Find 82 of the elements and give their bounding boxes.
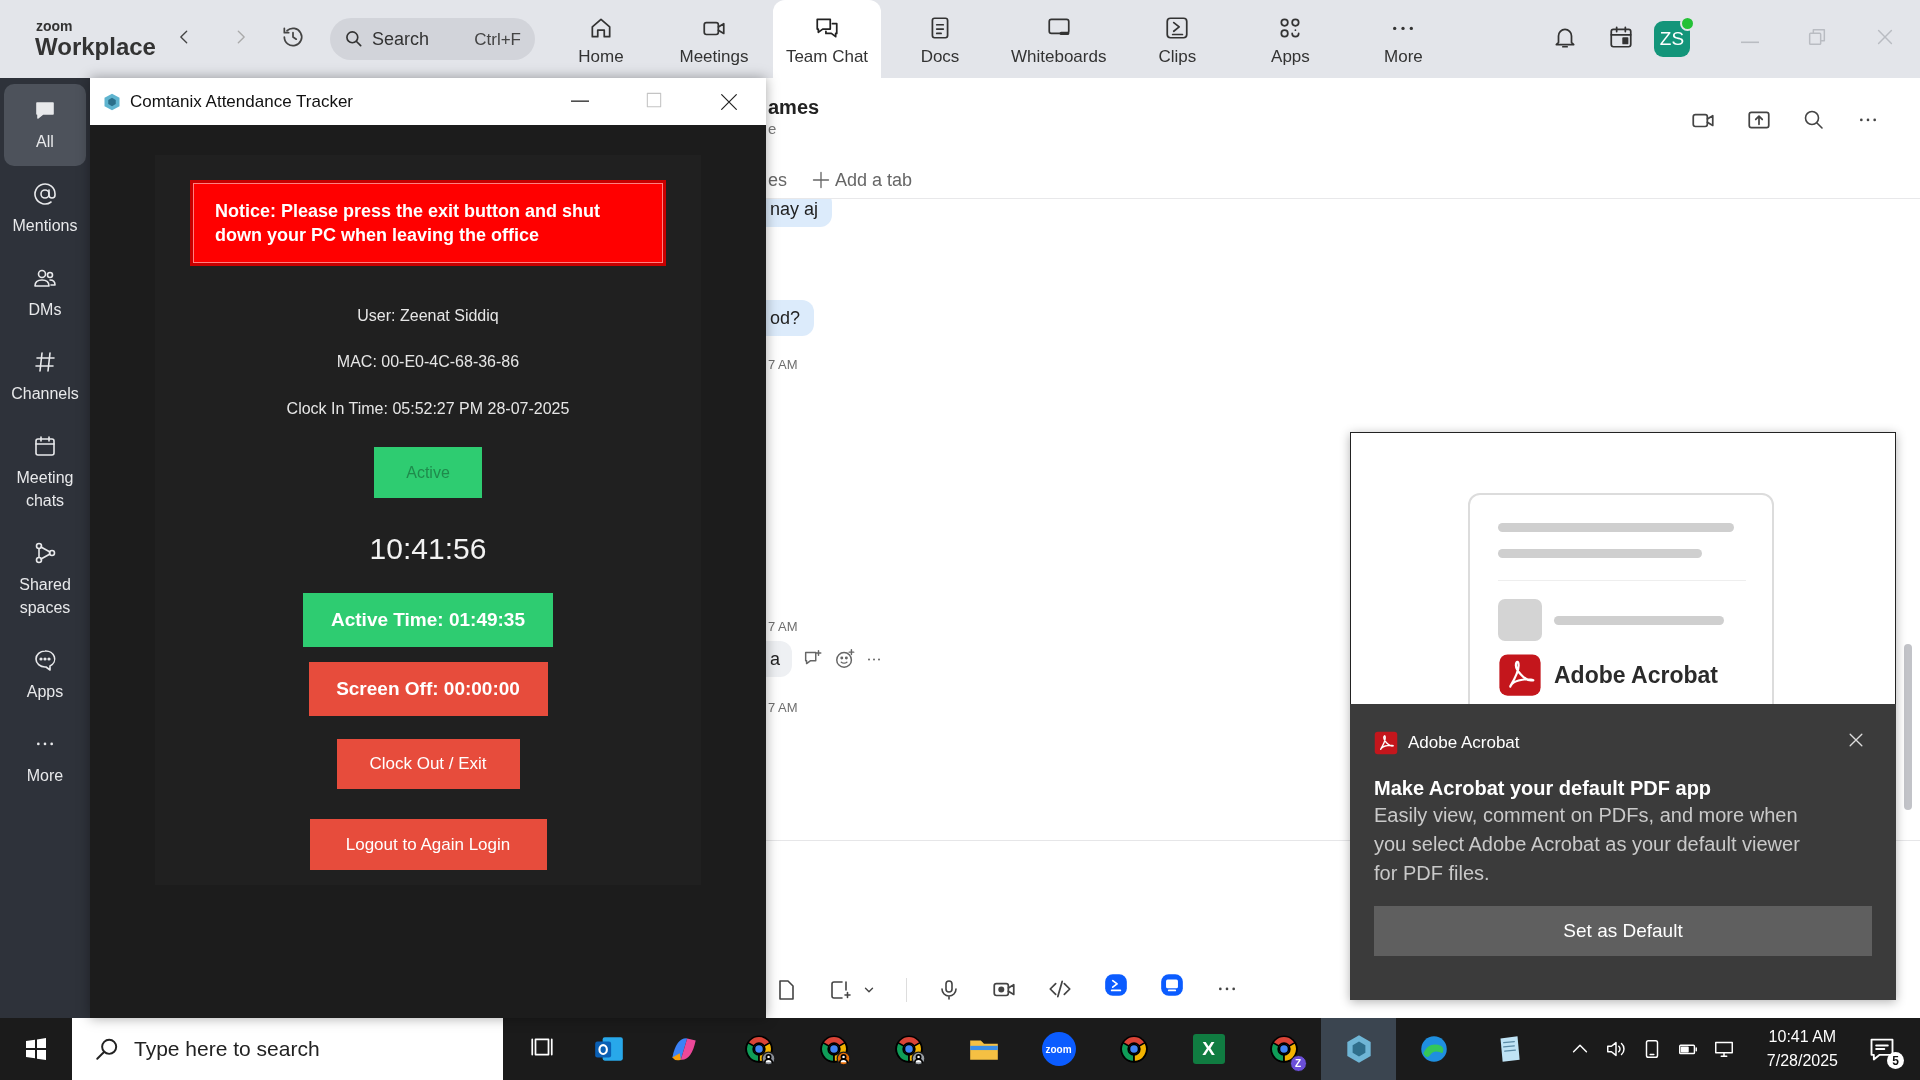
pdf-logo-icon: [1498, 653, 1542, 697]
status-indicator: Active: [374, 447, 482, 498]
chat-title: ames: [768, 95, 820, 119]
toast-message: Easily view, comment on PDFs, and more when you select Adobe Acrobat as your default viewer for PDF files.: [1374, 803, 1801, 886]
scrollbar[interactable]: [1904, 644, 1912, 810]
pdf-logo-icon: [1374, 730, 1398, 755]
window-title: Comtanix Attendance Tracker: [130, 91, 353, 112]
emoji-icon: [834, 648, 856, 670]
sidebar-item[interactable]: Mentions: [4, 168, 86, 250]
sidebar-item[interactable]: More: [4, 718, 86, 800]
nav-tab[interactable]: More: [1349, 0, 1458, 78]
search-icon: [94, 1036, 120, 1062]
notice-banner: Notice: Please press the exit button and shut down your PC when leaving the office: [190, 180, 666, 266]
app-logo: zoom: [1041, 1032, 1076, 1066]
minimize-icon: [1740, 41, 1760, 44]
user-label: User: Zeenat Siddiq: [357, 306, 499, 326]
chat-subtitle: e: [768, 119, 778, 139]
taskbar-search-field[interactable]: Type here to search: [72, 1018, 503, 1080]
nav-tab[interactable]: Docs: [886, 0, 994, 78]
app-logo: Workplace: [35, 35, 157, 59]
message-time: 7 AM: [767, 357, 798, 373]
set-default-button[interactable]: Set as Default: [1374, 906, 1872, 956]
profile-badge: Z: [1289, 1055, 1307, 1072]
nodes-icon: [33, 541, 57, 565]
chat-square-icon: [1159, 972, 1185, 998]
plus-icon: [811, 170, 831, 190]
toast-title: Make Acrobat your default PDF app: [1374, 776, 1713, 801]
clock-date: 7/28/2025: [1766, 1051, 1838, 1071]
taskbar-button[interactable]: X: [1171, 1018, 1246, 1080]
sidebar-item[interactable]: Shared spaces: [4, 527, 86, 632]
message-time: 7 AM: [767, 619, 798, 635]
message-bubble: od?: [766, 300, 815, 336]
taskbar-button[interactable]: Z: [1246, 1018, 1321, 1080]
search-icon: [1802, 108, 1826, 132]
hexagon-icon: [102, 91, 122, 112]
mac-label: MAC: 00-E0-4C-68-36-86: [336, 352, 520, 372]
chat-tab[interactable]: es: [768, 169, 787, 191]
toast-app-name: Adobe Acrobat: [1408, 732, 1520, 753]
history-icon: [280, 24, 306, 50]
clock-out-button[interactable]: Clock Out / Exit: [336, 739, 520, 789]
nav-tab[interactable]: Clips: [1123, 0, 1232, 78]
search-icon: [344, 29, 364, 49]
sidebar-item[interactable]: Channels: [4, 336, 86, 418]
message-bubble: nay aj: [766, 199, 833, 227]
app-logo: X: [1192, 1034, 1225, 1064]
nav-tab[interactable]: Apps: [1236, 0, 1345, 78]
nav-tab[interactable]: Whiteboards: [999, 0, 1119, 78]
sidebar-item[interactable]: Apps: [4, 634, 86, 716]
nav-tab[interactable]: Home: [547, 0, 655, 78]
active-time-display: Active Time: 01:49:35: [303, 593, 553, 647]
app-square-icon: [1103, 972, 1129, 998]
notification-count: 5: [1887, 1052, 1904, 1069]
current-time: 10:41:56: [369, 531, 487, 567]
add-screenshot-icon: [828, 978, 852, 1002]
play-square-icon: [1164, 15, 1191, 41]
illustration-label: Adobe Acrobat: [1554, 661, 1718, 689]
minimize-icon: [570, 100, 590, 103]
speech-bubble-icon: [33, 648, 57, 672]
add-tab-button[interactable]: Add a tab: [811, 169, 913, 191]
taskbar-button[interactable]: zoom: [1021, 1018, 1096, 1080]
at-sign-icon: [33, 182, 57, 206]
calendar-icon: [1608, 24, 1634, 50]
clock-in-label: Clock In Time: 05:52:27 PM 28-07-2025: [286, 399, 570, 419]
message-time: 7 AM: [767, 700, 798, 716]
placeholder-square: [1498, 599, 1542, 641]
sidebar-item[interactable]: DMs: [4, 252, 86, 334]
restore-icon: [1806, 26, 1828, 48]
hashtag-icon: [33, 350, 57, 374]
four-panes-icon: [24, 1037, 48, 1061]
nav-tab[interactable]: Meetings: [660, 0, 768, 78]
screen-off-display: Screen Off: 00:00:00: [308, 662, 548, 716]
message-bubble: a: [766, 641, 792, 677]
logo-small-text: zoom: [35, 19, 74, 33]
chat-bubbles-icon: [814, 15, 840, 41]
calendar-icon: [33, 434, 57, 458]
shortcut-hint: Ctrl+F: [474, 30, 521, 50]
clock-time: 10:41 AM: [1768, 1027, 1837, 1047]
sidebar-item[interactable]: Meeting chats: [4, 420, 86, 525]
nav-tab[interactable]: Team Chat: [773, 0, 881, 78]
more-icon: [866, 657, 882, 661]
sidebar-item[interactable]: All: [4, 84, 86, 166]
logout-button[interactable]: Logout to Again Login: [309, 819, 547, 870]
